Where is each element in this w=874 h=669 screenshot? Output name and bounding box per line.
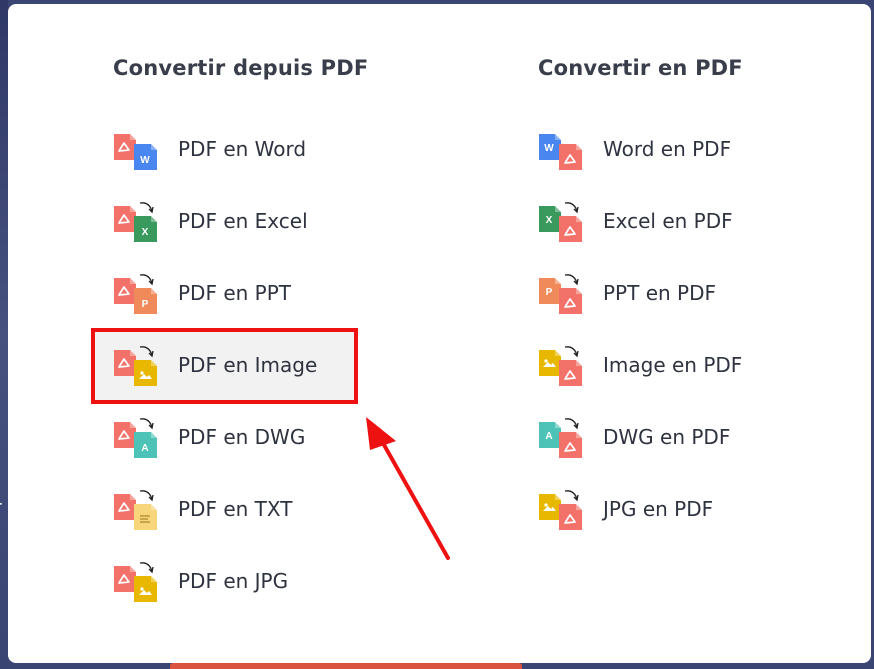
backdrop-button-edge: [170, 663, 522, 669]
annotation-arrow: [366, 417, 450, 560]
backdrop: [0, 0, 8, 669]
convert-menu-panel: Convertir depuis PDF Convertir en PDF WP…: [8, 4, 871, 663]
backdrop-partial-text: r: [0, 497, 2, 518]
